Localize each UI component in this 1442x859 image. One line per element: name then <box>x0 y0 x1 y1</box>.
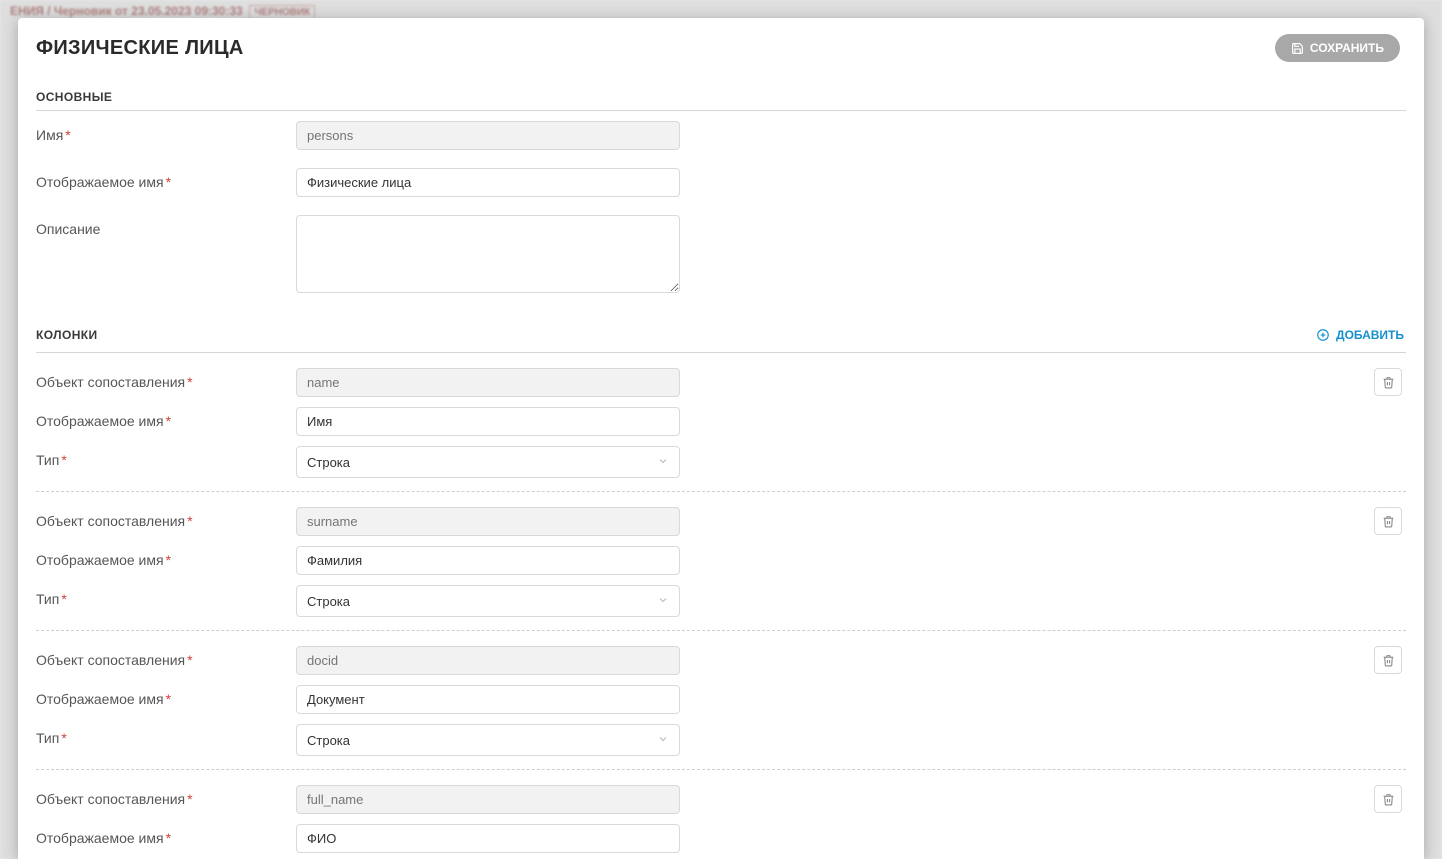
field-display-name-label: Отображаемое имя* <box>36 168 296 190</box>
section-columns-title: КОЛОНКИ <box>36 328 98 342</box>
column-display-input[interactable] <box>296 685 680 714</box>
column-mapping-label: Объект сопоставления* <box>36 507 296 529</box>
column-mapping-input <box>296 646 680 675</box>
column-block: Объект сопоставления* Отображае <box>36 492 1406 631</box>
column-mapping-input <box>296 785 680 814</box>
description-textarea[interactable] <box>296 215 680 293</box>
column-mapping-input <box>296 507 680 536</box>
chevron-down-icon <box>657 594 669 609</box>
section-main-title: ОСНОВНЫЕ <box>36 90 112 104</box>
column-block: Объект сопоставления* Отображае <box>36 631 1406 770</box>
section-main-header: ОСНОВНЫЕ <box>36 90 1406 111</box>
delete-column-button[interactable] <box>1374 646 1402 674</box>
column-type-label: Тип* <box>36 446 296 468</box>
column-type-value: Строка <box>307 455 350 470</box>
column-type-label: Тип* <box>36 724 296 746</box>
display-name-input[interactable] <box>296 168 680 197</box>
chevron-down-icon <box>657 455 669 470</box>
modal-title: ФИЗИЧЕСКИЕ ЛИЦА <box>36 37 244 60</box>
column-type-label: Тип* <box>36 585 296 607</box>
field-name-label: Имя* <box>36 121 296 143</box>
section-columns: КОЛОНКИ ДОБАВИТЬ Объект сопоставления* <box>36 324 1406 859</box>
column-display-label: Отображаемое имя* <box>36 407 296 429</box>
trash-icon <box>1382 793 1395 806</box>
column-mapping-label: Объект сопоставления* <box>36 368 296 390</box>
modal-body[interactable]: ОСНОВНЫЕ Имя* Отображаемое имя* <box>18 72 1424 859</box>
breadcrumb-fragment: ЕНИЯ / Черновик от 23.05.2023 09:30:33 Ч… <box>10 4 315 18</box>
add-column-button[interactable]: ДОБАВИТЬ <box>1314 324 1406 346</box>
trash-icon <box>1382 376 1395 389</box>
trash-icon <box>1382 654 1395 667</box>
column-mapping-label: Объект сопоставления* <box>36 785 296 807</box>
delete-column-button[interactable] <box>1374 507 1402 535</box>
column-block: Объект сопоставления* Отображае <box>36 770 1406 859</box>
section-main: ОСНОВНЫЕ Имя* Отображаемое имя* <box>36 90 1406 306</box>
column-type-value: Строка <box>307 594 350 609</box>
modal-header: ФИЗИЧЕСКИЕ ЛИЦА СОХРАНИТЬ <box>18 18 1424 72</box>
column-mapping-label: Объект сопоставления* <box>36 646 296 668</box>
column-type-select[interactable]: Строка <box>296 724 680 756</box>
section-columns-header: КОЛОНКИ ДОБАВИТЬ <box>36 324 1406 353</box>
column-display-label: Отображаемое имя* <box>36 546 296 568</box>
field-name: Имя* <box>36 111 1406 158</box>
column-display-label: Отображаемое имя* <box>36 685 296 707</box>
field-description-label: Описание <box>36 215 296 237</box>
delete-column-button[interactable] <box>1374 368 1402 396</box>
column-display-label: Отображаемое имя* <box>36 824 296 846</box>
name-input <box>296 121 680 150</box>
save-button[interactable]: СОХРАНИТЬ <box>1275 34 1400 62</box>
field-description: Описание <box>36 205 1406 306</box>
column-display-input[interactable] <box>296 407 680 436</box>
add-column-label: ДОБАВИТЬ <box>1336 328 1404 342</box>
field-display-name: Отображаемое имя* <box>36 158 1406 205</box>
column-display-input[interactable] <box>296 546 680 575</box>
column-block: Объект сопоставления* Отображае <box>36 353 1406 492</box>
plus-circle-icon <box>1316 328 1330 342</box>
column-mapping-input <box>296 368 680 397</box>
column-type-select[interactable]: Строка <box>296 585 680 617</box>
trash-icon <box>1382 515 1395 528</box>
delete-column-button[interactable] <box>1374 785 1402 813</box>
column-type-select[interactable]: Строка <box>296 446 680 478</box>
modal-dialog: ФИЗИЧЕСКИЕ ЛИЦА СОХРАНИТЬ ОСНОВНЫЕ Имя* <box>18 18 1424 859</box>
save-button-label: СОХРАНИТЬ <box>1310 41 1384 55</box>
save-icon <box>1291 42 1304 55</box>
column-type-value: Строка <box>307 733 350 748</box>
column-display-input[interactable] <box>296 824 680 853</box>
chevron-down-icon <box>657 733 669 748</box>
